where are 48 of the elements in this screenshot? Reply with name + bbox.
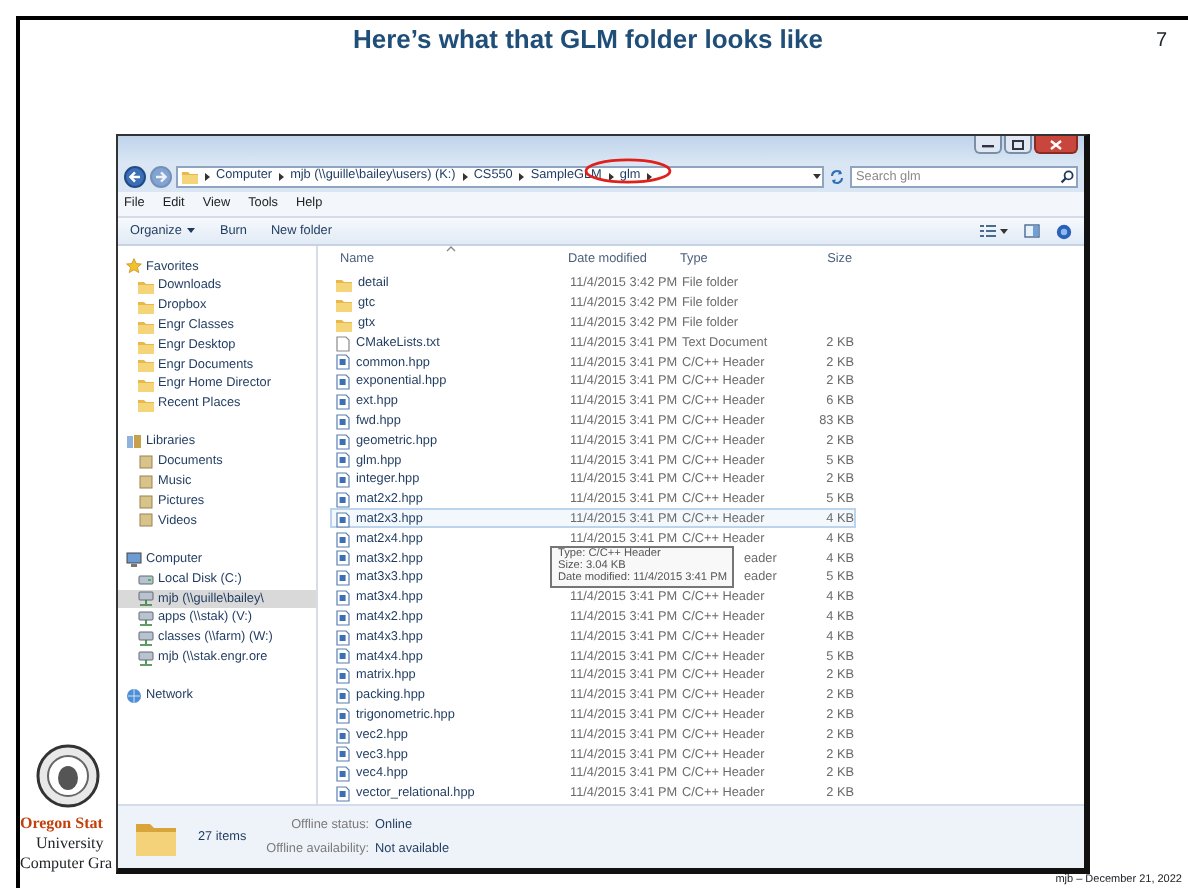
chevron-icon — [278, 171, 285, 182]
folder-icon — [138, 356, 154, 373]
chevron-icon — [607, 171, 614, 182]
star-icon — [126, 258, 142, 275]
globe-icon — [126, 688, 142, 705]
logo-text: University — [36, 834, 104, 854]
help-icon — [1056, 223, 1072, 239]
chevron-icon — [646, 171, 653, 182]
folder-icon — [182, 168, 198, 185]
header-file-icon — [336, 413, 350, 430]
page-number: 7 — [1156, 27, 1170, 55]
chevron-icon — [204, 171, 210, 182]
back-button[interactable] — [124, 165, 146, 188]
header-file-icon — [336, 707, 350, 724]
header-file-icon — [336, 394, 350, 410]
text-file-icon — [336, 335, 350, 352]
view-options-icon — [980, 224, 1008, 238]
minimize-icon — [982, 140, 994, 148]
header-file-icon — [336, 511, 350, 528]
network-drive-icon — [138, 610, 154, 627]
library-icon — [126, 434, 142, 451]
slide-title: Here’s what that GLM folder looks like — [350, 22, 825, 59]
search-icon — [1060, 170, 1074, 185]
chevron-icon — [518, 171, 525, 182]
maximize-icon — [1012, 139, 1024, 149]
folder-icon — [138, 337, 154, 353]
refresh-icon — [828, 167, 846, 186]
folder-icon — [336, 276, 352, 293]
computer-icon — [126, 551, 142, 568]
header-file-icon — [336, 609, 350, 626]
minimize-button[interactable] — [974, 136, 1002, 154]
close-icon — [1050, 139, 1062, 149]
logo-text: Oregon Stat — [20, 814, 103, 834]
sort-icon — [446, 246, 456, 253]
folder-icon — [138, 317, 154, 334]
logo-text: Computer Gra — [20, 854, 112, 874]
header-file-icon — [336, 354, 350, 371]
dropdown-caret-icon — [812, 172, 822, 181]
forward-arrow-icon — [154, 169, 168, 184]
close-button[interactable] — [1034, 136, 1078, 154]
maximize-button[interactable] — [1004, 136, 1032, 154]
back-arrow-icon — [128, 169, 142, 184]
header-file-icon — [336, 374, 350, 391]
drive-icon — [138, 571, 154, 588]
network-drive-icon — [138, 590, 154, 607]
logo-icon — [36, 744, 100, 808]
preview-pane-icon — [1024, 224, 1040, 238]
chevron-icon — [461, 171, 468, 182]
